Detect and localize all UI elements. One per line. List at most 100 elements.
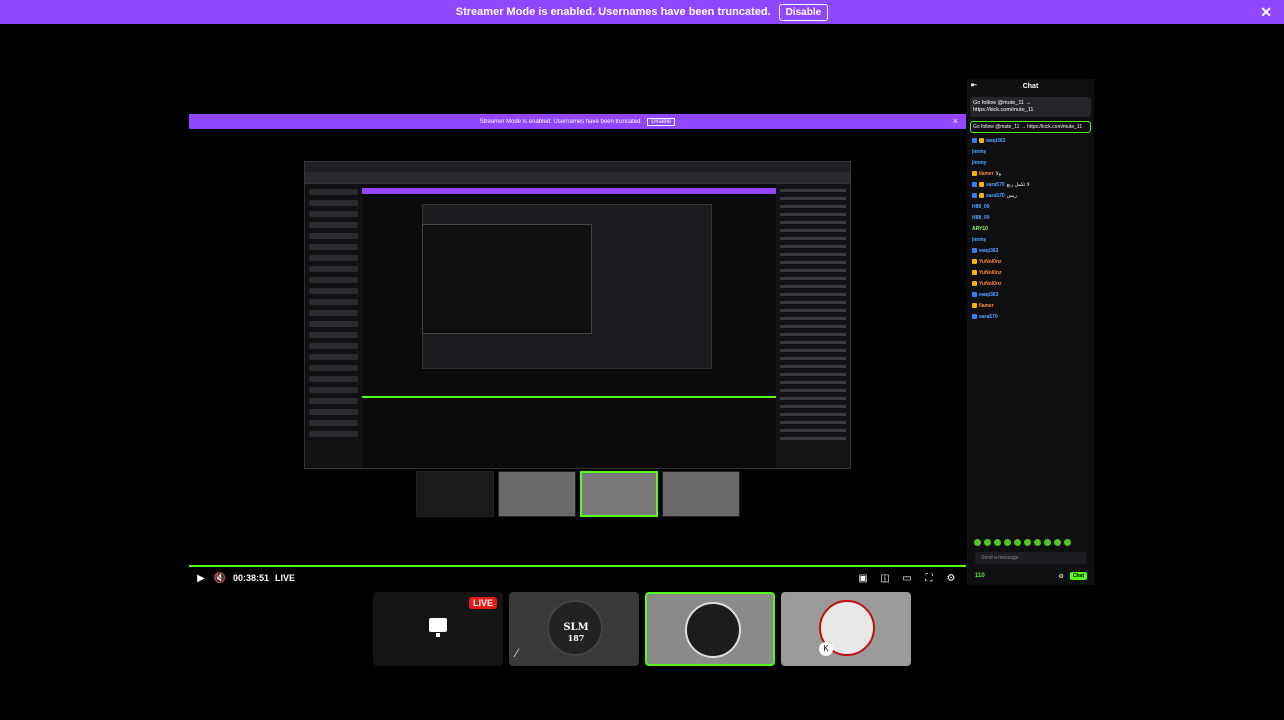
chat-message[interactable]: jimmy: [972, 234, 1089, 245]
nested-address-bar: [305, 172, 850, 184]
chat-username[interactable]: waqi363: [979, 292, 998, 298]
chat-footer: 110 ⚙ Chat: [975, 571, 1087, 581]
avatar-title: SLM: [563, 622, 589, 633]
chat-message[interactable]: sara570 لا تكمل ربع: [972, 179, 1089, 190]
nested-disable-button: Disable: [647, 117, 676, 126]
chat-message[interactable]: sara570: [972, 311, 1089, 322]
chat-message[interactable]: H88_00: [972, 212, 1089, 223]
chat-message[interactable]: sara570 ريس: [972, 190, 1089, 201]
badge-icon: [972, 248, 977, 253]
chat-message[interactable]: YuNol0nz: [972, 256, 1089, 267]
kick-logo-icon: K: [819, 642, 833, 656]
chat-message[interactable]: H88_00: [972, 201, 1089, 212]
live-indicator: LIVE: [275, 573, 296, 583]
streamer-mode-banner: Streamer Mode is enabled. Usernames have…: [0, 0, 1284, 24]
badge-icon: [972, 182, 977, 187]
chat-message[interactable]: Ilamer: [972, 300, 1089, 311]
nested-browser-window: [304, 161, 851, 469]
badge-icon: [972, 138, 977, 143]
disable-streamer-mode-button[interactable]: Disable: [778, 3, 829, 21]
chat-username[interactable]: H88_00: [972, 215, 990, 221]
chat-text: ريس: [1006, 192, 1017, 199]
pinned-message[interactable]: Go follow @mute_11 → https://kick.com/mu…: [970, 97, 1091, 117]
chat-message[interactable]: waqi363: [972, 245, 1089, 256]
badge-icon: [972, 292, 977, 297]
live-badge: LIVE: [468, 597, 497, 609]
nested-sidebar: [305, 184, 362, 468]
emote-icon[interactable]: [1054, 539, 1061, 546]
pip-icon[interactable]: ◫: [878, 571, 892, 585]
chat-message[interactable]: YuNol0nz: [972, 267, 1089, 278]
volume-mute-icon[interactable]: 🔇: [213, 571, 227, 585]
chat-message-input[interactable]: Send a message: [975, 552, 1087, 564]
avatar: [685, 602, 741, 658]
chat-message[interactable]: jimmy: [972, 157, 1089, 168]
nested-player: [362, 184, 778, 468]
emote-icon[interactable]: [1064, 539, 1071, 546]
nested-chat: [776, 184, 850, 468]
chat-username[interactable]: jimmy: [972, 149, 986, 155]
chat-title: Chat: [1022, 82, 1039, 90]
chat-message[interactable]: waqi363: [972, 289, 1089, 300]
participant-thumbnails: LIVE SLM 187 ⁄ K: [373, 592, 911, 666]
chat-message[interactable]: YuNol0nz: [972, 278, 1089, 289]
chat-username[interactable]: jimmy: [972, 160, 986, 166]
chat-username[interactable]: sara570: [986, 193, 1005, 199]
pinned-message-line2: https://kick.com/mute_11: [973, 107, 1034, 113]
viewer-count: 110: [975, 573, 985, 579]
chat-username[interactable]: Ilamer: [979, 171, 994, 177]
chat-header: ⇤ Chat: [967, 79, 1094, 93]
emote-icon[interactable]: [994, 539, 1001, 546]
thumbnail-screen-share[interactable]: LIVE: [373, 592, 503, 666]
emote-icon[interactable]: [1024, 539, 1031, 546]
badge-icon: [972, 281, 977, 286]
monitor-icon: [429, 618, 447, 637]
chat-text: لا تكمل ربع: [1006, 181, 1030, 188]
badge-icon: [979, 193, 984, 198]
close-icon[interactable]: ✕: [1260, 5, 1272, 19]
clip-icon[interactable]: ▣: [856, 571, 870, 585]
fullscreen-icon[interactable]: ⛶: [922, 571, 936, 585]
emote-icon[interactable]: [974, 539, 981, 546]
chat-username[interactable]: waqi363: [979, 248, 998, 254]
chat-username[interactable]: sara570: [986, 182, 1005, 188]
emote-icon[interactable]: [1034, 539, 1041, 546]
avatar-caption: SLM 187: [551, 622, 601, 643]
chat-message[interactable]: ARY10: [972, 223, 1089, 234]
chat-message[interactable]: jimmy: [972, 146, 1089, 157]
chat-username[interactable]: YuNol0nz: [979, 281, 1002, 287]
emote-icon[interactable]: [1014, 539, 1021, 546]
emote-icon[interactable]: [1044, 539, 1051, 546]
collapse-chat-icon[interactable]: ⇤: [971, 81, 977, 89]
thumbnail-participant-selected[interactable]: [645, 592, 775, 666]
player-controls: ▶ 🔇 00:38:51 LIVE ▣ ◫ ▭ ⛶ ⚙: [189, 568, 966, 588]
chat-username[interactable]: YuNol0nz: [979, 270, 1002, 276]
emote-icon[interactable]: [984, 539, 991, 546]
thumbnail-participant[interactable]: K: [781, 592, 911, 666]
send-chat-button[interactable]: Chat: [1069, 572, 1087, 580]
chat-message[interactable]: Ilamer ولا: [972, 168, 1089, 179]
emote-icon[interactable]: [1004, 539, 1011, 546]
badge-icon: [979, 182, 984, 187]
chat-panel: ⇤ Chat Go follow @mute_11 → https://kick…: [967, 79, 1094, 585]
chat-settings-gear-icon[interactable]: ⚙: [1058, 573, 1063, 580]
play-icon[interactable]: ▶: [194, 571, 208, 585]
chat-username[interactable]: jimmy: [972, 237, 986, 243]
nested-banner-message: Streamer Mode is enabled. Usernames have…: [479, 118, 643, 125]
chat-username[interactable]: YuNol0nz: [979, 259, 1002, 265]
chat-username[interactable]: H88_00: [972, 204, 990, 210]
nested-thumb: [662, 471, 740, 517]
badge-icon: [972, 270, 977, 275]
chat-username[interactable]: sara570: [979, 314, 998, 320]
thumbnail-participant[interactable]: SLM 187 ⁄: [509, 592, 639, 666]
chat-username[interactable]: waqi363: [986, 138, 1005, 144]
emote-quick-bar: [974, 539, 1071, 546]
theater-mode-icon[interactable]: ▭: [900, 571, 914, 585]
settings-gear-icon[interactable]: ⚙: [944, 571, 958, 585]
playback-progress-bar[interactable]: [189, 565, 966, 567]
chat-message[interactable]: waqi363: [972, 135, 1089, 146]
stream-video[interactable]: Streamer Mode is enabled. Usernames have…: [189, 114, 966, 566]
chat-username[interactable]: Ilamer: [979, 303, 994, 309]
chat-username[interactable]: ARY10: [972, 226, 988, 232]
avatar-subtitle: 187: [567, 633, 585, 643]
